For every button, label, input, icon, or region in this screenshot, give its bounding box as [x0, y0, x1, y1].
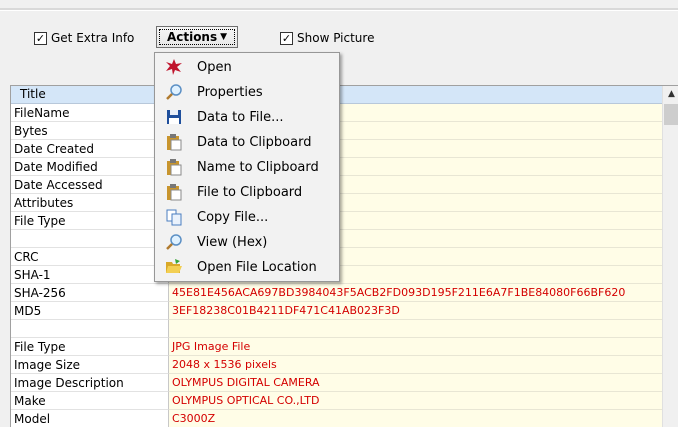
menu-item-label: File to Clipboard — [197, 184, 303, 200]
row-key: FileName — [11, 104, 169, 122]
show-picture-label: Show Picture — [297, 31, 375, 45]
menu-item-label: Copy File... — [197, 209, 269, 225]
row-value: 2048 x 1536 pixels — [169, 356, 662, 374]
row-value: JPG Image File — [169, 338, 662, 356]
menu-item-data-to-clipboard[interactable]: Data to Clipboard — [157, 130, 337, 154]
row-key: Bytes — [11, 122, 169, 140]
menu-item-label: Properties — [197, 84, 263, 100]
row-key: File Type — [11, 338, 169, 356]
open-icon — [164, 57, 184, 77]
row-key — [11, 230, 169, 248]
row-key: Image Description — [11, 374, 169, 392]
properties-grid: Title FileNameBytesDate Created6:03:46 P… — [10, 85, 678, 427]
menu-item-properties[interactable]: Properties — [157, 80, 337, 104]
row-key: MD5 — [11, 302, 169, 320]
menu-item-label: Data to Clipboard — [197, 134, 312, 150]
checkmark-icon: ✓ — [280, 31, 293, 45]
menu-item-copy-file[interactable]: Copy File... — [157, 205, 337, 229]
header-title[interactable]: Title — [11, 86, 169, 103]
row-value: OLYMPUS DIGITAL CAMERA — [169, 374, 662, 392]
menu-item-label: Open — [197, 59, 232, 75]
row-key: SHA-256 — [11, 284, 169, 302]
table-row[interactable]: Make OLYMPUS OPTICAL CO.,LTD — [11, 392, 662, 410]
row-key: Date Accessed — [11, 176, 169, 194]
row-key: CRC — [11, 248, 169, 266]
table-row[interactable]: Image Description OLYMPUS DIGITAL CAMERA — [11, 374, 662, 392]
copy-icon — [164, 207, 184, 227]
vertical-scrollbar[interactable]: ▲ — [662, 86, 678, 427]
checkmark-icon: ✓ — [34, 31, 47, 45]
row-value: OLYMPUS OPTICAL CO.,LTD — [169, 392, 662, 410]
scroll-up-icon[interactable]: ▲ — [663, 86, 678, 103]
menu-item-label: Open File Location — [197, 259, 317, 275]
actions-menu: Open Properties Data to File... Data to Cli… — [154, 52, 340, 282]
table-row[interactable]: File Type JPG Image File — [11, 338, 662, 356]
clipboard-icon — [164, 132, 184, 152]
get-extra-info-checkbox[interactable]: ✓ Get Extra Info — [34, 30, 134, 46]
menu-item-file-to-clipboard[interactable]: File to Clipboard — [157, 180, 337, 204]
clipboard-icon — [164, 182, 184, 202]
folder-open-icon — [164, 257, 184, 277]
menu-item-name-to-clipboard[interactable]: Name to Clipboard — [157, 155, 337, 179]
actions-button[interactable]: Actions ▼ — [156, 26, 238, 48]
row-key: SHA-1 — [11, 266, 169, 284]
row-key: Date Created — [11, 140, 169, 158]
table-row[interactable]: Model C3000Z — [11, 410, 662, 427]
row-key — [11, 320, 169, 338]
row-key: Date Modified — [11, 158, 169, 176]
menu-item-open-file-location[interactable]: Open File Location — [157, 255, 337, 279]
row-value: 3EF18238C01B4211DF471C41AB023F3D — [169, 302, 662, 320]
scroll-thumb[interactable] — [664, 104, 678, 125]
table-row[interactable] — [11, 320, 662, 338]
show-picture-checkbox[interactable]: ✓ Show Picture — [280, 30, 374, 46]
magnifier-icon — [164, 232, 184, 252]
table-row[interactable]: MD5 3EF18238C01B4211DF471C41AB023F3D — [11, 302, 662, 320]
menu-item-view-hex[interactable]: View (Hex) — [157, 230, 337, 254]
row-key: Make — [11, 392, 169, 410]
row-value — [169, 320, 662, 338]
row-key: Image Size — [11, 356, 169, 374]
row-value: 45E81E456ACA697BD3984043F5ACB2FD093D195F… — [169, 284, 662, 302]
menu-item-label: View (Hex) — [197, 234, 268, 250]
table-row[interactable]: SHA-256 45E81E456ACA697BD3984043F5ACB2FD0… — [11, 284, 662, 302]
floppy-disk-icon — [164, 107, 184, 127]
menu-item-data-to-file[interactable]: Data to File... — [157, 105, 337, 129]
get-extra-info-label: Get Extra Info — [51, 31, 135, 45]
row-key: Attributes — [11, 194, 169, 212]
row-key: File Type — [11, 212, 169, 230]
menu-item-open[interactable]: Open — [157, 55, 337, 79]
clipboard-icon — [164, 157, 184, 177]
magnifier-icon — [164, 82, 184, 102]
row-value: C3000Z — [169, 410, 662, 427]
menu-item-label: Name to Clipboard — [197, 159, 319, 175]
row-key: Model — [11, 410, 169, 427]
table-row[interactable]: Image Size 2048 x 1536 pixels — [11, 356, 662, 374]
menu-item-label: Data to File... — [197, 109, 284, 125]
